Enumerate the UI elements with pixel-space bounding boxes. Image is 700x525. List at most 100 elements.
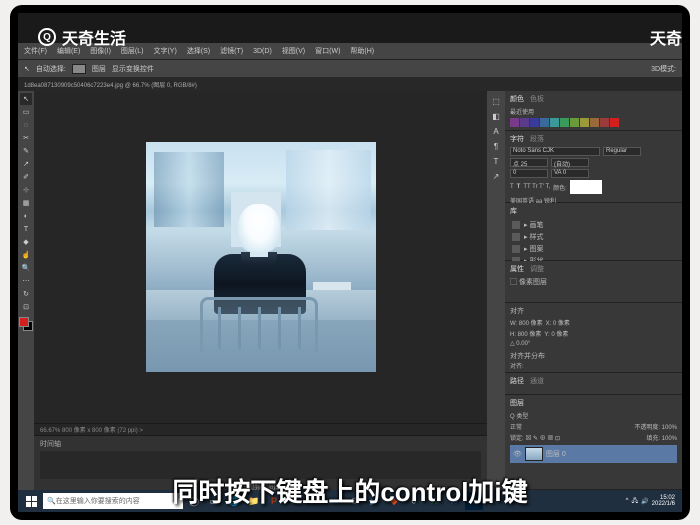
mini-type-icon[interactable]: T [490,155,502,167]
opt-autoselect[interactable]: 自动选择: [36,64,66,74]
swatch[interactable] [530,118,539,127]
swatch[interactable] [570,118,579,127]
layer-thumb[interactable] [525,447,543,461]
tool-strip: ↖ ▭ ◌ ✂ ✎ ↗ ✐ ⊹ ▦ ◐ T ◆ ☝ 🔍 ⋯ ↻ ⊡ [18,91,34,490]
mini-swatches-icon[interactable]: ◧ [490,110,502,122]
menu-type[interactable]: 文字(Y) [153,46,176,56]
swatch[interactable] [600,118,609,127]
swatch[interactable] [560,118,569,127]
tab-character[interactable]: 字符 [510,134,524,144]
swatch[interactable] [510,118,519,127]
tool-move[interactable]: ↖ [20,93,32,105]
swatch[interactable] [580,118,589,127]
lib-brushes[interactable]: ▸ 画笔 [510,219,677,231]
tab-channels[interactable]: 通道 [530,376,544,386]
menu-filter[interactable]: 滤镜(T) [220,46,243,56]
layers-opacity[interactable]: 不透明度: 100% [634,422,677,431]
menu-3d[interactable]: 3D(D) [253,48,272,55]
tab-layers[interactable]: 图层 [510,398,524,408]
tab-properties[interactable]: 属性 [510,264,524,274]
font-size[interactable]: 点 25 [510,158,548,167]
adj-angle[interactable]: △ 0.00° [510,340,530,347]
right-panels: ⬚ ◧ A ¶ T ↗ 颜色 色板 最近使用 [487,91,682,490]
adj-x[interactable]: X: 0 像素 [546,318,570,327]
opt-3dmode[interactable]: 3D模式: [651,64,676,74]
panel-mini-strip: ⬚ ◧ A ¶ T ↗ [487,91,505,490]
swatch-row [510,118,677,127]
adj-w[interactable]: W: 800 像素 [510,318,543,327]
tool-type[interactable]: T [20,223,32,235]
eye-icon[interactable]: 👁 [513,450,522,458]
tool-rotate[interactable]: ↻ [20,288,32,300]
properties-panel: 属性 调整 ▢ 像素图层 [505,261,682,303]
tab-paths[interactable]: 路径 [510,376,524,386]
leading[interactable]: (自动) [551,158,589,167]
canvas-viewport[interactable] [34,91,487,423]
color-panel: 颜色 色板 最近使用 [505,91,682,131]
character-panel: 字符 段落 Noto Sans CJKRegular 点 25(自动) 0VA … [505,131,682,203]
tool-brush[interactable]: ✐ [20,171,32,183]
canvas-area: 66.67% 800 像素 x 800 像素 (72 ppi) > 时间轴 创建… [34,91,487,490]
tool-eyedropper[interactable]: ✎ [20,145,32,157]
swatch[interactable] [540,118,549,127]
brand-logo: Q 天奇生活 [38,25,126,49]
lib-patterns[interactable]: ▸ 图案 [510,243,677,255]
tool-stamp[interactable]: ⊹ [20,184,32,196]
tool-gradient[interactable]: ◐ [20,210,32,222]
opt-layer-label: 图层 [92,64,106,74]
tool-pen[interactable]: ◆ [20,236,32,248]
transform-panel: 对齐 W: 800 像素X: 0 像素 H: 800 像素Y: 0 像素 △ 0… [505,303,682,373]
adj-h[interactable]: H: 800 像素 [510,329,541,338]
kerning[interactable]: VA 0 [551,169,589,178]
layer-row[interactable]: 👁 图层 0 [510,445,677,463]
opt-layer-select[interactable] [72,64,86,74]
tool-eraser[interactable]: ▦ [20,197,32,209]
adjust-title: 对齐 [510,306,677,316]
layer-name[interactable]: 图层 0 [546,449,566,459]
mini-nav-icon[interactable]: ↗ [490,170,502,182]
mini-para-icon[interactable]: ¶ [490,140,502,152]
font-family[interactable]: Noto Sans CJK [510,147,600,156]
layers-fill[interactable]: 填充: 100% [646,433,677,442]
options-bar: ↖ 自动选择: 图层 显示变换控件 3D模式: [18,59,682,77]
tab-paragraph[interactable]: 段落 [530,134,544,144]
swatch[interactable] [520,118,529,127]
tab-swatches[interactable]: 色板 [530,94,544,104]
menu-help[interactable]: 帮助(H) [350,46,374,56]
adj-y[interactable]: Y: 0 像素 [544,329,568,338]
menu-select[interactable]: 选择(S) [187,46,210,56]
swatch[interactable] [590,118,599,127]
tool-frame[interactable]: ⊡ [20,301,32,313]
mini-history-icon[interactable]: ⬚ [490,95,502,107]
tool-more[interactable]: ⋯ [20,275,32,287]
swatch[interactable] [550,118,559,127]
opt-transform[interactable]: 显示变换控件 [112,64,154,74]
tool-marquee[interactable]: ▭ [20,106,32,118]
brand-icon: Q [38,28,56,46]
menu-view[interactable]: 视图(V) [282,46,305,56]
timeline-title[interactable]: 时间轴 [40,439,481,449]
layers-lock[interactable]: 锁定: ⊠ ✎ ⊕ ▦ ⊡ [510,433,560,442]
tracking[interactable]: 0 [510,169,548,178]
layers-kind[interactable]: Q 类型 [510,411,528,420]
tool-crop[interactable]: ✂ [20,132,32,144]
color-swatches[interactable] [19,317,33,331]
mini-char-icon[interactable]: A [490,125,502,137]
tool-heal[interactable]: ↗ [20,158,32,170]
document-tab[interactable]: 1d8ea087130909c50406c7223e4.jpg @ 66.7% … [24,80,197,89]
char-color-label: 颜色: [553,183,567,192]
char-color-swatch[interactable] [570,180,602,194]
swatch[interactable] [610,118,619,127]
font-style[interactable]: Regular [603,147,641,156]
tool-zoom[interactable]: 🔍 [20,262,32,274]
menu-window[interactable]: 窗口(W) [315,46,340,56]
layers-mode[interactable]: 正常 [510,422,522,431]
lib-styles[interactable]: ▸ 样式 [510,231,677,243]
tab-color[interactable]: 颜色 [510,94,524,104]
fg-color[interactable] [19,317,29,327]
swatch-label: 最近使用 [510,107,677,116]
tool-lasso[interactable]: ◌ [20,119,32,131]
tool-hand[interactable]: ☝ [20,249,32,261]
tab-adjust[interactable]: 调整 [530,264,544,274]
tab-libs[interactable]: 库 [510,206,517,216]
